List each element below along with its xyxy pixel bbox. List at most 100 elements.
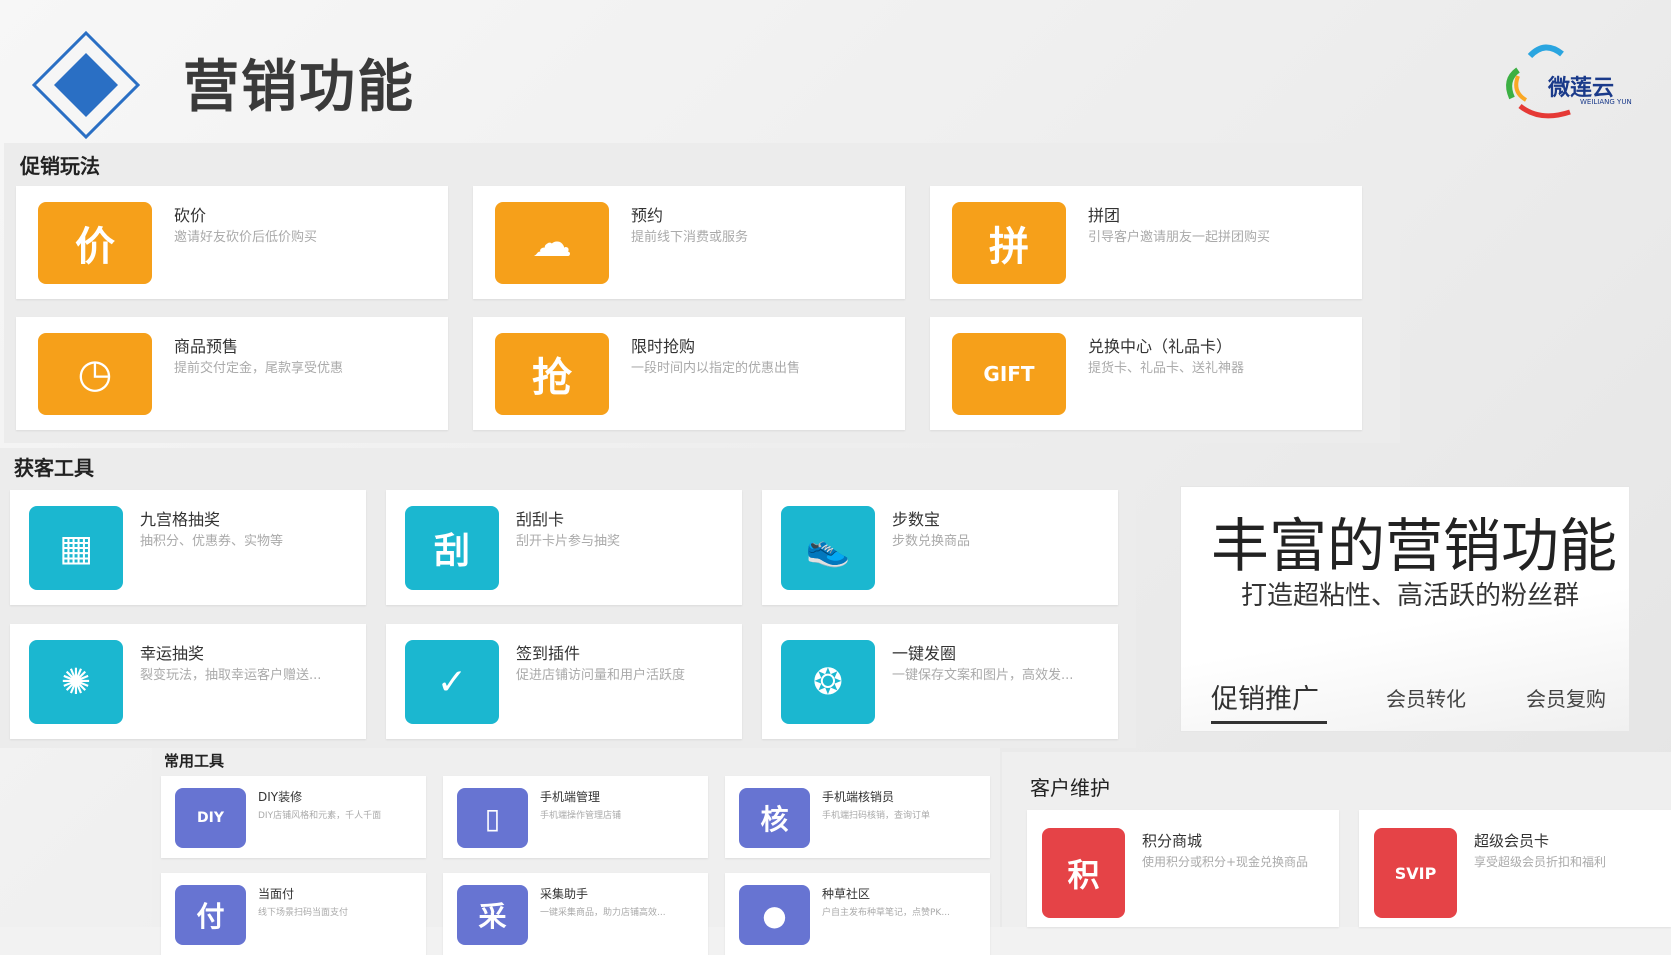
brand-logo: 微莲云 WEILIANG YUN xyxy=(1500,36,1650,120)
feature-desc: 刮开卡片参与抽奖 xyxy=(516,534,621,549)
mobile-icon: ▯ xyxy=(457,788,528,848)
feature-title: 九宫格抽奖 xyxy=(140,510,221,529)
feature-title: 兑换中心（礼品卡） xyxy=(1088,337,1233,356)
collect-icon: 采 xyxy=(457,885,528,945)
feature-card[interactable]: 采 采集助手 一键采集商品，助力店铺高效... xyxy=(443,873,708,955)
tab-member-repurchase[interactable]: 会员复购 xyxy=(1526,683,1606,712)
feature-desc: 一键保存文案和图片，高效发... xyxy=(892,668,1074,683)
icon-glyph: 👟 xyxy=(805,528,851,569)
feature-desc: 裂变玩法，抽取幸运客户赠送... xyxy=(140,668,322,683)
feature-desc: 步数兑换商品 xyxy=(892,534,971,549)
feature-desc: 邀请好友砍价后低价购买 xyxy=(174,230,318,245)
promo-headline: 丰富的营销功能 xyxy=(1211,512,1618,580)
icon-glyph: ◷ xyxy=(77,351,113,397)
feature-title: 一键发圈 xyxy=(892,644,957,663)
icon-glyph: ✓ xyxy=(436,661,468,703)
cloud-icon: ☁ xyxy=(495,202,609,284)
feature-desc: 促进店铺访问量和用户活跃度 xyxy=(516,668,686,683)
svip-card-icon: SVIP xyxy=(1374,828,1457,918)
feature-card[interactable]: 👟 步数宝步数兑换商品 xyxy=(762,490,1118,605)
feature-desc: 使用积分或积分+现金兑换商品 xyxy=(1142,855,1309,869)
feature-desc: 手机端扫码核销，查询订单 xyxy=(822,811,931,821)
feature-title: 超级会员卡 xyxy=(1474,832,1550,850)
feature-card[interactable]: GIFT 兑换中心（礼品卡） 提货卡、礼品卡、送礼神器 xyxy=(930,317,1362,430)
promo-banner: 丰富的营销功能 打造超粘性、高活跃的粉丝群 促销推广 会员转化 会员复购 xyxy=(1180,486,1630,732)
feature-card[interactable]: ◷ 商品预售提前交付定金，尾款享受优惠 xyxy=(16,317,448,430)
feature-card[interactable]: 积 积分商城使用积分或积分+现金兑换商品 xyxy=(1027,810,1339,927)
logo-subtext: WEILIANG YUN xyxy=(1580,98,1632,106)
feature-title: 商品预售 xyxy=(174,337,239,356)
feature-title: 拼团 xyxy=(1088,206,1121,225)
section-title-acquisition: 获客工具 xyxy=(14,456,94,480)
feature-card[interactable]: 付 当面付 线下场景扫码当面支付 xyxy=(161,873,426,955)
tab-member-conversion[interactable]: 会员转化 xyxy=(1386,683,1466,712)
icon-glyph: 拼 xyxy=(989,224,1029,270)
pay-icon: 付 xyxy=(175,885,246,945)
grid-lottery-icon: ▦ xyxy=(29,506,123,590)
icon-glyph: 抢 xyxy=(532,355,572,401)
feature-title: 预约 xyxy=(631,206,664,225)
feature-title: 手机端核销员 xyxy=(822,790,895,804)
feature-card[interactable]: 价 砍价 邀请好友砍价后低价购买 xyxy=(16,186,448,299)
feature-title: 签到插件 xyxy=(516,644,581,663)
feature-card[interactable]: 核 手机端核销员手机端扫码核销，查询订单 xyxy=(725,776,990,858)
verifier-icon: 核 xyxy=(739,788,810,848)
icon-glyph: ▦ xyxy=(58,527,93,569)
gift-card-icon: GIFT xyxy=(952,333,1066,415)
feature-title: 当面付 xyxy=(258,887,295,901)
presale-bag-icon: ◷ xyxy=(38,333,152,415)
feature-card[interactable]: ▦ 九宫格抽奖抽积分、优惠券、实物等 xyxy=(10,490,366,605)
feature-title: DIY装修 xyxy=(258,790,303,804)
feature-card[interactable]: DIY DIY装修 DIY店铺风格和元素，千人千面 xyxy=(161,776,426,858)
lucky-wheel-icon: ✺ xyxy=(29,640,123,724)
feature-desc: 引导客户邀请朋友一起拼团购买 xyxy=(1088,230,1271,245)
feature-card[interactable]: ❂ 一键发圈一键保存文案和图片，高效发... xyxy=(762,624,1118,739)
icon-glyph: 价 xyxy=(75,224,115,270)
feature-card[interactable]: SVIP 超级会员卡 享受超级会员折扣和福利 xyxy=(1359,810,1671,927)
active-tab-underline xyxy=(1211,721,1327,724)
icon-glyph: 积 xyxy=(1067,856,1100,894)
diamond-logo-icon xyxy=(31,30,141,140)
diy-icon: DIY xyxy=(175,788,246,848)
feature-title: 步数宝 xyxy=(892,510,941,529)
feature-desc: 一段时间内以指定的优惠出售 xyxy=(631,361,801,376)
feature-card[interactable]: ✓ 签到插件促进店铺访问量和用户活跃度 xyxy=(386,624,742,739)
feature-title: 幸运抽奖 xyxy=(140,644,205,663)
feature-desc: 一键采集商品，助力店铺高效... xyxy=(540,908,666,918)
icon-glyph: ✺ xyxy=(60,661,92,703)
icon-glyph: 采 xyxy=(478,900,507,933)
feature-title: 积分商城 xyxy=(1142,832,1203,850)
section-title-promotion: 促销玩法 xyxy=(20,154,100,178)
tab-promotion[interactable]: 促销推广 xyxy=(1211,677,1319,716)
icon-glyph: ▯ xyxy=(484,801,501,835)
calendar-check-icon: ✓ xyxy=(405,640,499,724)
feature-desc: 提前交付定金，尾款享受优惠 xyxy=(174,361,344,376)
feature-card[interactable]: ● 种草社区 户自主发布种草笔记，点赞PK... xyxy=(725,873,990,955)
feature-desc: 抽积分、优惠券、实物等 xyxy=(140,534,284,549)
icon-glyph: ☁ xyxy=(532,220,572,266)
feature-title: 种草社区 xyxy=(822,887,871,901)
feature-card[interactable]: 刮 刮刮卡刮开卡片参与抽奖 xyxy=(386,490,742,605)
group-buy-icon: 拼 xyxy=(952,202,1066,284)
feature-title: 手机端管理 xyxy=(540,790,601,804)
icon-glyph: ❂ xyxy=(812,661,844,703)
points-icon: 积 xyxy=(1042,828,1125,918)
flash-sale-icon: 抢 xyxy=(495,333,609,415)
feature-card[interactable]: ▯ 手机端管理手机端操作管理店铺 xyxy=(443,776,708,858)
sneaker-icon: 👟 xyxy=(781,506,875,590)
feature-card[interactable]: 抢 限时抢购一段时间内以指定的优惠出售 xyxy=(473,317,905,430)
feature-desc: 户自主发布种草笔记，点赞PK... xyxy=(822,908,950,918)
feature-desc: 提货卡、礼品卡、送礼神器 xyxy=(1088,361,1245,376)
feature-title: 限时抢购 xyxy=(631,337,696,356)
icon-glyph: 核 xyxy=(760,803,789,836)
aperture-icon: ❂ xyxy=(781,640,875,724)
feature-card[interactable]: ✺ 幸运抽奖裂变玩法，抽取幸运客户赠送... xyxy=(10,624,366,739)
feature-desc: 手机端操作管理店铺 xyxy=(540,811,622,821)
feature-card[interactable]: 拼 拼团引导客户邀请朋友一起拼团购买 xyxy=(930,186,1362,299)
section-title-common-tools: 常用工具 xyxy=(164,752,225,770)
feature-card[interactable]: ☁ 预约提前线下消费或服务 xyxy=(473,186,905,299)
feature-title: 刮刮卡 xyxy=(516,510,565,529)
feature-desc: 提前线下消费或服务 xyxy=(631,230,749,245)
icon-glyph: 刮 xyxy=(433,531,470,572)
section-title-customer: 客户维护 xyxy=(1030,776,1110,800)
